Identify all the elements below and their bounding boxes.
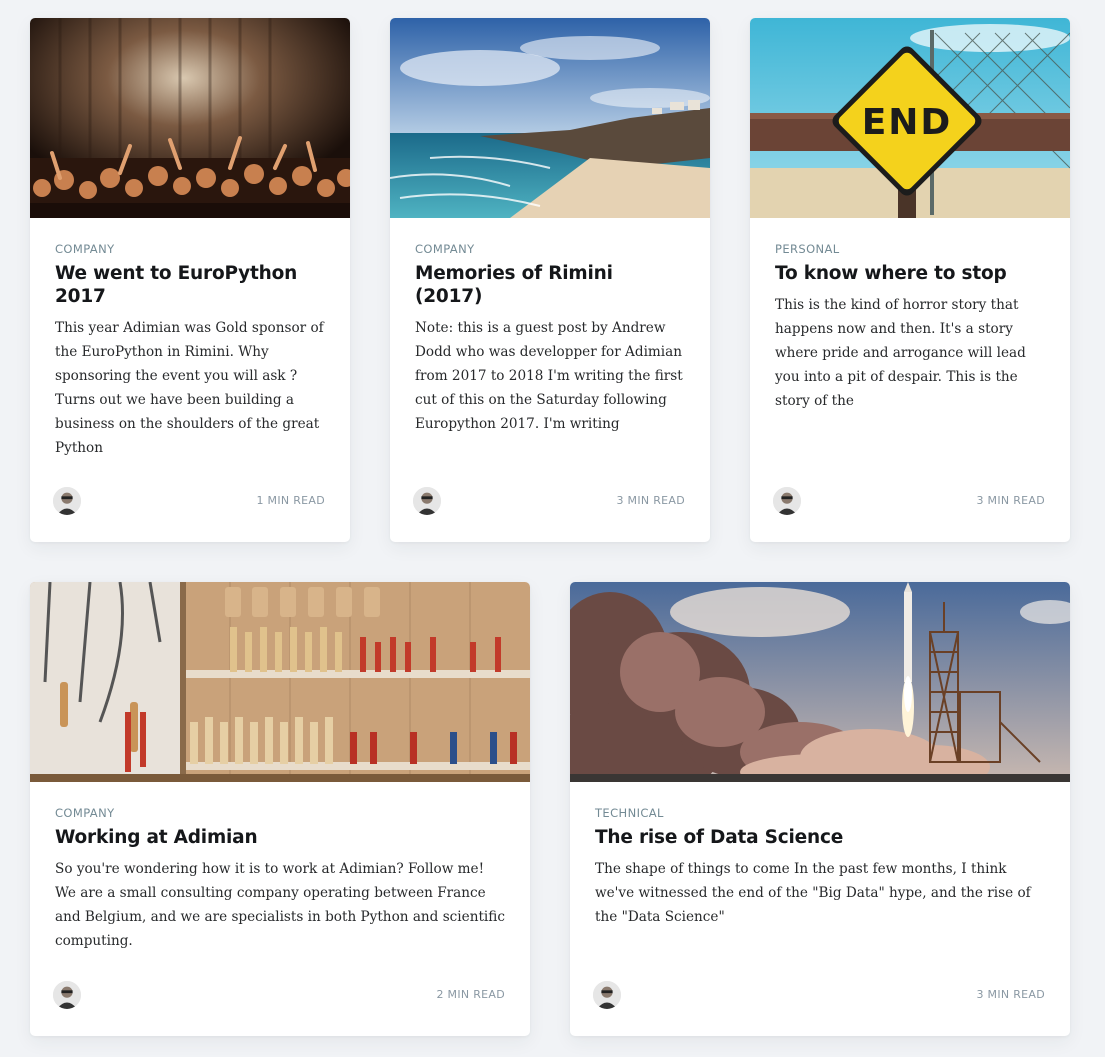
read-time: 3 min read (976, 988, 1045, 1001)
post-excerpt: The shape of things to come In the past … (595, 861, 1031, 925)
author-avatar[interactable] (52, 980, 82, 1010)
post-tag: Company (55, 242, 115, 256)
end-sign-text: END (862, 102, 953, 143)
post-title[interactable]: Memories of Rimini (2017) (415, 262, 685, 308)
read-time: 2 min read (436, 988, 505, 1001)
post-image-concert-crowd[interactable] (30, 18, 350, 218)
post-title[interactable]: We went to EuroPython 2017 (55, 262, 325, 308)
post-excerpt: This year Adimian was Gold sponsor of th… (55, 320, 324, 456)
post-tag: Company (415, 242, 475, 256)
read-time: 1 min read (256, 494, 325, 507)
post-tag: Company (55, 806, 115, 820)
post-card-europython[interactable]: Company We went to EuroPython 2017 This … (30, 18, 350, 542)
post-title[interactable]: Working at Adimian (55, 826, 505, 849)
post-card-data-science[interactable]: Technical The rise of Data Science The s… (570, 582, 1070, 1036)
post-excerpt: This is the kind of horror story that ha… (775, 297, 1026, 409)
author-avatar[interactable] (592, 980, 622, 1010)
author-avatar[interactable] (772, 486, 802, 516)
read-time: 3 min read (616, 494, 685, 507)
author-avatar[interactable] (52, 486, 82, 516)
read-time: 3 min read (976, 494, 1045, 507)
post-card-know-where-to-stop[interactable]: END Personal To know where to stop This … (750, 18, 1070, 542)
post-card-rimini[interactable]: Company Memories of Rimini (2017) Note: … (390, 18, 710, 542)
post-image-rocket-launch[interactable] (570, 582, 1070, 782)
post-tag: Technical (595, 806, 664, 820)
post-title[interactable]: To know where to stop (775, 262, 1045, 285)
post-image-tool-wall[interactable] (30, 582, 530, 782)
post-excerpt: So you're wondering how it is to work at… (55, 861, 505, 949)
post-card-working-at-adimian[interactable]: Company Working at Adimian So you're won… (30, 582, 530, 1036)
post-image-beach-coast[interactable] (390, 18, 710, 218)
post-image-end-sign[interactable]: END (750, 18, 1070, 218)
post-tag: Personal (775, 242, 840, 256)
author-avatar[interactable] (412, 486, 442, 516)
post-title[interactable]: The rise of Data Science (595, 826, 1045, 849)
post-excerpt: Note: this is a guest post by Andrew Dod… (415, 320, 683, 432)
